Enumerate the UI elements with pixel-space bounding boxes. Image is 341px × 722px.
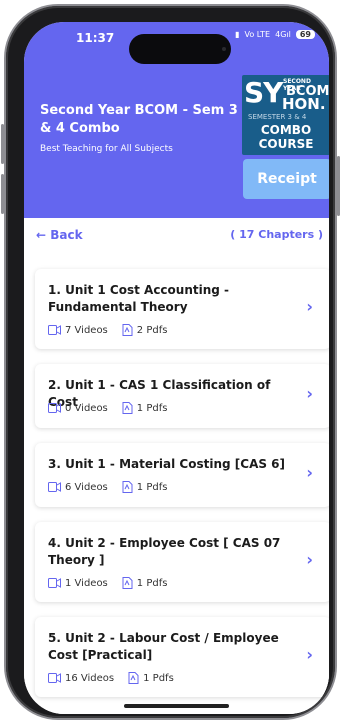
unit-title: 5. Unit 2 - Labour Cost / Employee Cost …: [48, 631, 279, 662]
app-screen: 11:37 ▮ Vo LTE 4Gıl 69 Second Year BCOM …: [24, 22, 329, 714]
unit-meta: 0 Videos 1 Pdfs: [48, 402, 167, 414]
pdf-count: 2 Pdfs: [136, 324, 168, 336]
unit-card[interactable]: 2. Unit 1 - CAS 1 Classification of Cost…: [35, 364, 329, 428]
pdf-count: 1 Pdfs: [136, 577, 168, 589]
thumbnail-combo: COMBO: [260, 123, 312, 137]
video-count: 1 Videos: [65, 577, 108, 589]
status-bar: 11:37 ▮ Vo LTE 4Gıl 69: [24, 22, 329, 64]
video-icon: [48, 403, 61, 413]
thumbnail-sy: SY: [244, 76, 283, 109]
chevron-right-icon[interactable]: ›: [306, 463, 313, 482]
chapter-count: ( 17 Chapters ): [230, 228, 323, 241]
pdf-count: 1 Pdfs: [136, 402, 168, 414]
status-time: 11:37: [76, 31, 115, 45]
network-label: Vo LTE: [244, 30, 271, 39]
chapter-nav: ← Back ( 17 Chapters ): [24, 218, 329, 254]
unit-title: 4. Unit 2 - Employee Cost [ CAS 07 Theor…: [48, 536, 281, 567]
dynamic-island: [129, 34, 231, 64]
unit-card[interactable]: 3. Unit 1 - Material Costing [CAS 6] 6 V…: [35, 443, 329, 507]
video-icon: [48, 673, 61, 683]
unit-meta: 1 Videos 1 Pdfs: [48, 577, 167, 589]
chevron-right-icon[interactable]: ›: [306, 645, 313, 664]
unit-card[interactable]: 1. Unit 1 Cost Accounting - Fundamental …: [35, 269, 329, 349]
vibrate-icon: ▮: [235, 30, 240, 39]
chevron-right-icon[interactable]: ›: [306, 297, 313, 316]
pdf-icon: [122, 402, 133, 414]
camera-dot: [222, 47, 226, 51]
unit-meta: 6 Videos 1 Pdfs: [48, 481, 167, 493]
video-count: 16 Videos: [65, 672, 115, 684]
signal-icon: 4Gıl: [275, 30, 291, 39]
video-count: 6 Videos: [65, 481, 108, 493]
video-icon: [48, 578, 61, 588]
thumbnail-semester: SEMESTER 3 & 4: [248, 113, 307, 121]
volume-up-button: [1, 124, 4, 164]
course-header: 11:37 ▮ Vo LTE 4Gıl 69 Second Year BCOM …: [24, 22, 329, 218]
video-count: 7 Videos: [65, 324, 108, 336]
receipt-button[interactable]: Receipt: [243, 159, 329, 199]
status-icons: ▮ Vo LTE 4Gıl 69: [235, 30, 315, 39]
video-icon: [48, 325, 61, 335]
unit-meta: 7 Videos 2 Pdfs: [48, 324, 167, 336]
unit-list: 1. Unit 1 Cost Accounting - Fundamental …: [24, 254, 329, 714]
thumbnail-course: COURSE: [258, 137, 314, 151]
pdf-icon: [122, 481, 133, 493]
video-count: 0 Videos: [65, 402, 108, 414]
course-thumbnail: SY SECOND YEAR BCOM HON. SEMESTER 3 & 4 …: [242, 75, 329, 155]
pdf-icon: [122, 324, 133, 336]
volume-down-button: [1, 174, 4, 214]
unit-title: 1. Unit 1 Cost Accounting - Fundamental …: [48, 283, 230, 314]
battery-icon: 69: [295, 30, 315, 39]
chevron-right-icon[interactable]: ›: [306, 550, 313, 569]
unit-title: 3. Unit 1 - Material Costing [CAS 6]: [48, 457, 286, 471]
home-indicator[interactable]: [124, 704, 229, 708]
power-button: [337, 156, 340, 216]
pdf-count: 1 Pdfs: [136, 481, 168, 493]
pdf-icon: [128, 672, 139, 684]
unit-meta: 16 Videos 1 Pdfs: [48, 672, 174, 684]
unit-card[interactable]: 5. Unit 2 - Labour Cost / Employee Cost …: [35, 617, 329, 697]
unit-card[interactable]: 4. Unit 2 - Employee Cost [ CAS 07 Theor…: [35, 522, 329, 602]
chevron-right-icon[interactable]: ›: [306, 384, 313, 403]
thumbnail-hon: HON.: [282, 95, 326, 113]
pdf-count: 1 Pdfs: [143, 672, 174, 684]
back-button[interactable]: ← Back: [36, 228, 83, 242]
phone-frame: 11:37 ▮ Vo LTE 4Gıl 69 Second Year BCOM …: [1, 6, 340, 718]
pdf-icon: [122, 577, 133, 589]
course-subtitle: Best Teaching for All Subjects: [40, 144, 173, 154]
course-title: Second Year BCOM - Sem 3 & 4 Combo: [40, 103, 238, 136]
video-icon: [48, 482, 61, 492]
